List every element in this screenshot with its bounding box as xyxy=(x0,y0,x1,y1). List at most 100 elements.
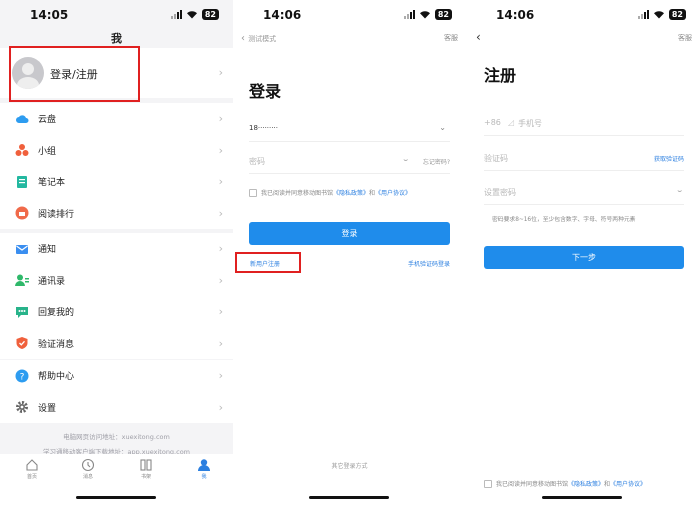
status-bar: 14:06 82 xyxy=(233,0,466,30)
menu-item-notebook[interactable]: 笔记本 › xyxy=(0,166,233,198)
phone-value: 18········· xyxy=(249,124,278,132)
chevron-right-icon: › xyxy=(218,175,223,188)
chevron-right-icon: › xyxy=(218,336,223,350)
customer-service-link[interactable]: 客服 xyxy=(444,33,458,43)
register-screen: 14:06 82 ‹ 客服 注册 +86 ◿ 手机号 验证码 获取验证码 设置密… xyxy=(466,0,700,506)
customer-service-link[interactable]: 客服 xyxy=(678,33,692,43)
bookshelf-icon xyxy=(140,459,152,471)
tab-label: 书架 xyxy=(140,474,151,480)
message-icon xyxy=(81,458,95,472)
login-button[interactable]: 登录 xyxy=(249,222,450,245)
tab-me[interactable]: 我 xyxy=(189,458,219,480)
agree-text: 我已阅读并同意移动图书馆 xyxy=(261,190,334,197)
web-address-text: 电脑网页访问地址：xuexitong.com xyxy=(63,433,170,441)
menu-item-label: 设置 xyxy=(38,403,57,414)
back-label: 测试模式 xyxy=(248,35,277,43)
signal-icon xyxy=(637,10,649,19)
wifi-icon xyxy=(653,11,664,19)
menu-item-label: 帮助中心 xyxy=(38,372,75,383)
menu-item-label: 小组 xyxy=(38,146,57,157)
status-time: 14:05 xyxy=(30,8,69,22)
menu-item-group[interactable]: 小组 › xyxy=(0,135,233,167)
menu-item-label: 通讯录 xyxy=(38,276,66,287)
menu-item-contacts[interactable]: 通讯录 › xyxy=(0,265,233,297)
menu-item-label: 阅读排行 xyxy=(38,209,75,220)
menu-item-label: 通知 xyxy=(38,245,57,256)
sms-login-link[interactable]: 手机验证码登录 xyxy=(408,259,450,268)
battery-icon: 82 xyxy=(201,9,219,20)
phone-field[interactable]: +86 ◿ 手机号 xyxy=(484,112,684,136)
tab-bookshelf[interactable]: 书架 xyxy=(131,458,161,480)
menu-item-verification[interactable]: 验证消息 › xyxy=(0,328,233,360)
status-time: 14:06 xyxy=(263,8,302,22)
mail-icon xyxy=(16,244,28,254)
home-icon xyxy=(26,459,38,471)
battery-icon: 82 xyxy=(668,9,686,20)
tab-home[interactable]: 首页 xyxy=(17,458,47,480)
gear-icon xyxy=(16,401,28,414)
agreement-row: 我已阅读并同意移动图书馆《隐私政策》和《用户协议》 xyxy=(484,479,690,488)
menu-item-cloud[interactable]: 云盘 › xyxy=(0,103,233,135)
home-indicator xyxy=(542,496,622,499)
verification-code-field[interactable]: 验证码 获取验证码 xyxy=(484,147,684,171)
eye-hidden-icon[interactable]: ⌣ xyxy=(677,187,682,196)
page-title: 我 xyxy=(111,32,122,45)
menu-group-2: 通知 › 通讯录 › 回复我的 › 验证消息 › xyxy=(0,233,233,359)
agree-checkbox[interactable] xyxy=(484,479,492,488)
privacy-policy-link[interactable]: 《隐私政策》 xyxy=(568,481,604,488)
chevron-down-icon: ◿ xyxy=(508,118,515,127)
svg-text:?: ? xyxy=(20,372,25,382)
chevron-right-icon: › xyxy=(218,273,223,287)
password-field[interactable]: 密码 ⌣ 忘记密码? xyxy=(249,150,450,174)
tab-label: 我 xyxy=(201,474,207,480)
password-hint: 密码要求8~16位，至少包含数字、字母、符号两种元素 xyxy=(492,217,636,223)
agree-checkbox[interactable] xyxy=(249,188,257,197)
get-code-button[interactable]: 获取验证码 xyxy=(654,154,684,163)
phone-field[interactable]: 18········· ⌄ xyxy=(249,118,450,142)
menu-item-notifications[interactable]: 通知 › xyxy=(0,233,233,265)
page-title: 登录 xyxy=(249,82,282,101)
menu-item-label: 回复我的 xyxy=(38,308,75,319)
back-button[interactable]: ‹ 测试模式 xyxy=(241,33,276,44)
back-button[interactable]: ‹ xyxy=(476,30,481,44)
new-user-register-link[interactable]: 新用户注册 xyxy=(250,259,280,268)
eye-hidden-icon[interactable]: ⌣ xyxy=(403,156,408,165)
country-code[interactable]: +86 xyxy=(484,118,501,127)
tab-messages[interactable]: 消息 xyxy=(73,458,103,480)
next-button[interactable]: 下一步 xyxy=(484,246,684,269)
menu-item-settings[interactable]: 设置 › xyxy=(0,392,233,424)
user-agreement-link[interactable]: 《用户协议》 xyxy=(375,190,411,197)
chevron-down-icon[interactable]: ⌄ xyxy=(439,123,446,132)
menu-item-help[interactable]: ? 帮助中心 › xyxy=(0,360,233,392)
chevron-right-icon: › xyxy=(218,206,223,220)
signal-icon xyxy=(403,10,415,19)
menu-item-label: 验证消息 xyxy=(38,339,75,350)
group-icon xyxy=(15,144,29,157)
password-placeholder: 设置密码 xyxy=(484,188,516,197)
tab-label: 消息 xyxy=(82,474,93,480)
agree-text: 我已阅读并同意移动图书馆 xyxy=(496,481,569,488)
contacts-icon xyxy=(15,274,29,287)
page-title: 注册 xyxy=(484,66,517,85)
agreement-row: 我已阅读并同意移动图书馆《隐私政策》和《用户协议》 xyxy=(249,188,456,197)
status-bar: 14:06 82 xyxy=(466,0,700,30)
help-icon: ? xyxy=(15,369,29,383)
code-placeholder: 验证码 xyxy=(484,154,508,163)
login-screen: 14:06 82 ‹ 测试模式 客服 登录 18········· ⌄ 密码 ⌣… xyxy=(233,0,466,506)
chevron-right-icon: › xyxy=(218,242,223,255)
menu-item-replies[interactable]: 回复我的 › xyxy=(0,296,233,328)
chevron-right-icon: › xyxy=(218,369,223,382)
chevron-right-icon: › xyxy=(218,305,223,318)
menu-group-3: ? 帮助中心 › 设置 › xyxy=(0,360,233,423)
other-login-methods[interactable]: 其它登录方式 xyxy=(233,461,466,470)
menu-item-label: 笔记本 xyxy=(38,178,66,189)
battery-icon: 82 xyxy=(434,9,452,20)
password-placeholder: 密码 xyxy=(249,157,265,166)
user-agreement-link[interactable]: 《用户协议》 xyxy=(610,481,646,488)
set-password-field[interactable]: 设置密码 ⌣ xyxy=(484,181,684,205)
status-time: 14:06 xyxy=(496,8,535,22)
forgot-password-link[interactable]: 忘记密码? xyxy=(423,157,450,166)
privacy-policy-link[interactable]: 《隐私政策》 xyxy=(333,190,369,197)
menu-item-reading-rank[interactable]: 阅读排行 › xyxy=(0,198,233,230)
ranking-icon xyxy=(15,206,29,220)
